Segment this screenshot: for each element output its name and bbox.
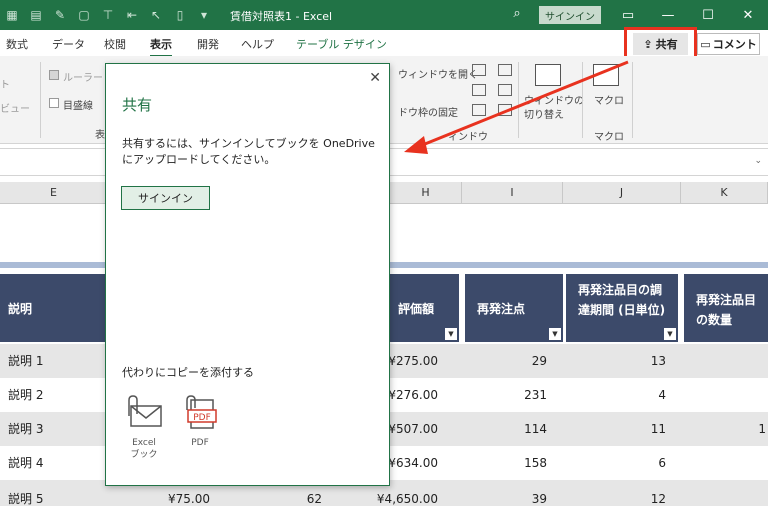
annotation-arrow: [404, 60, 629, 154]
